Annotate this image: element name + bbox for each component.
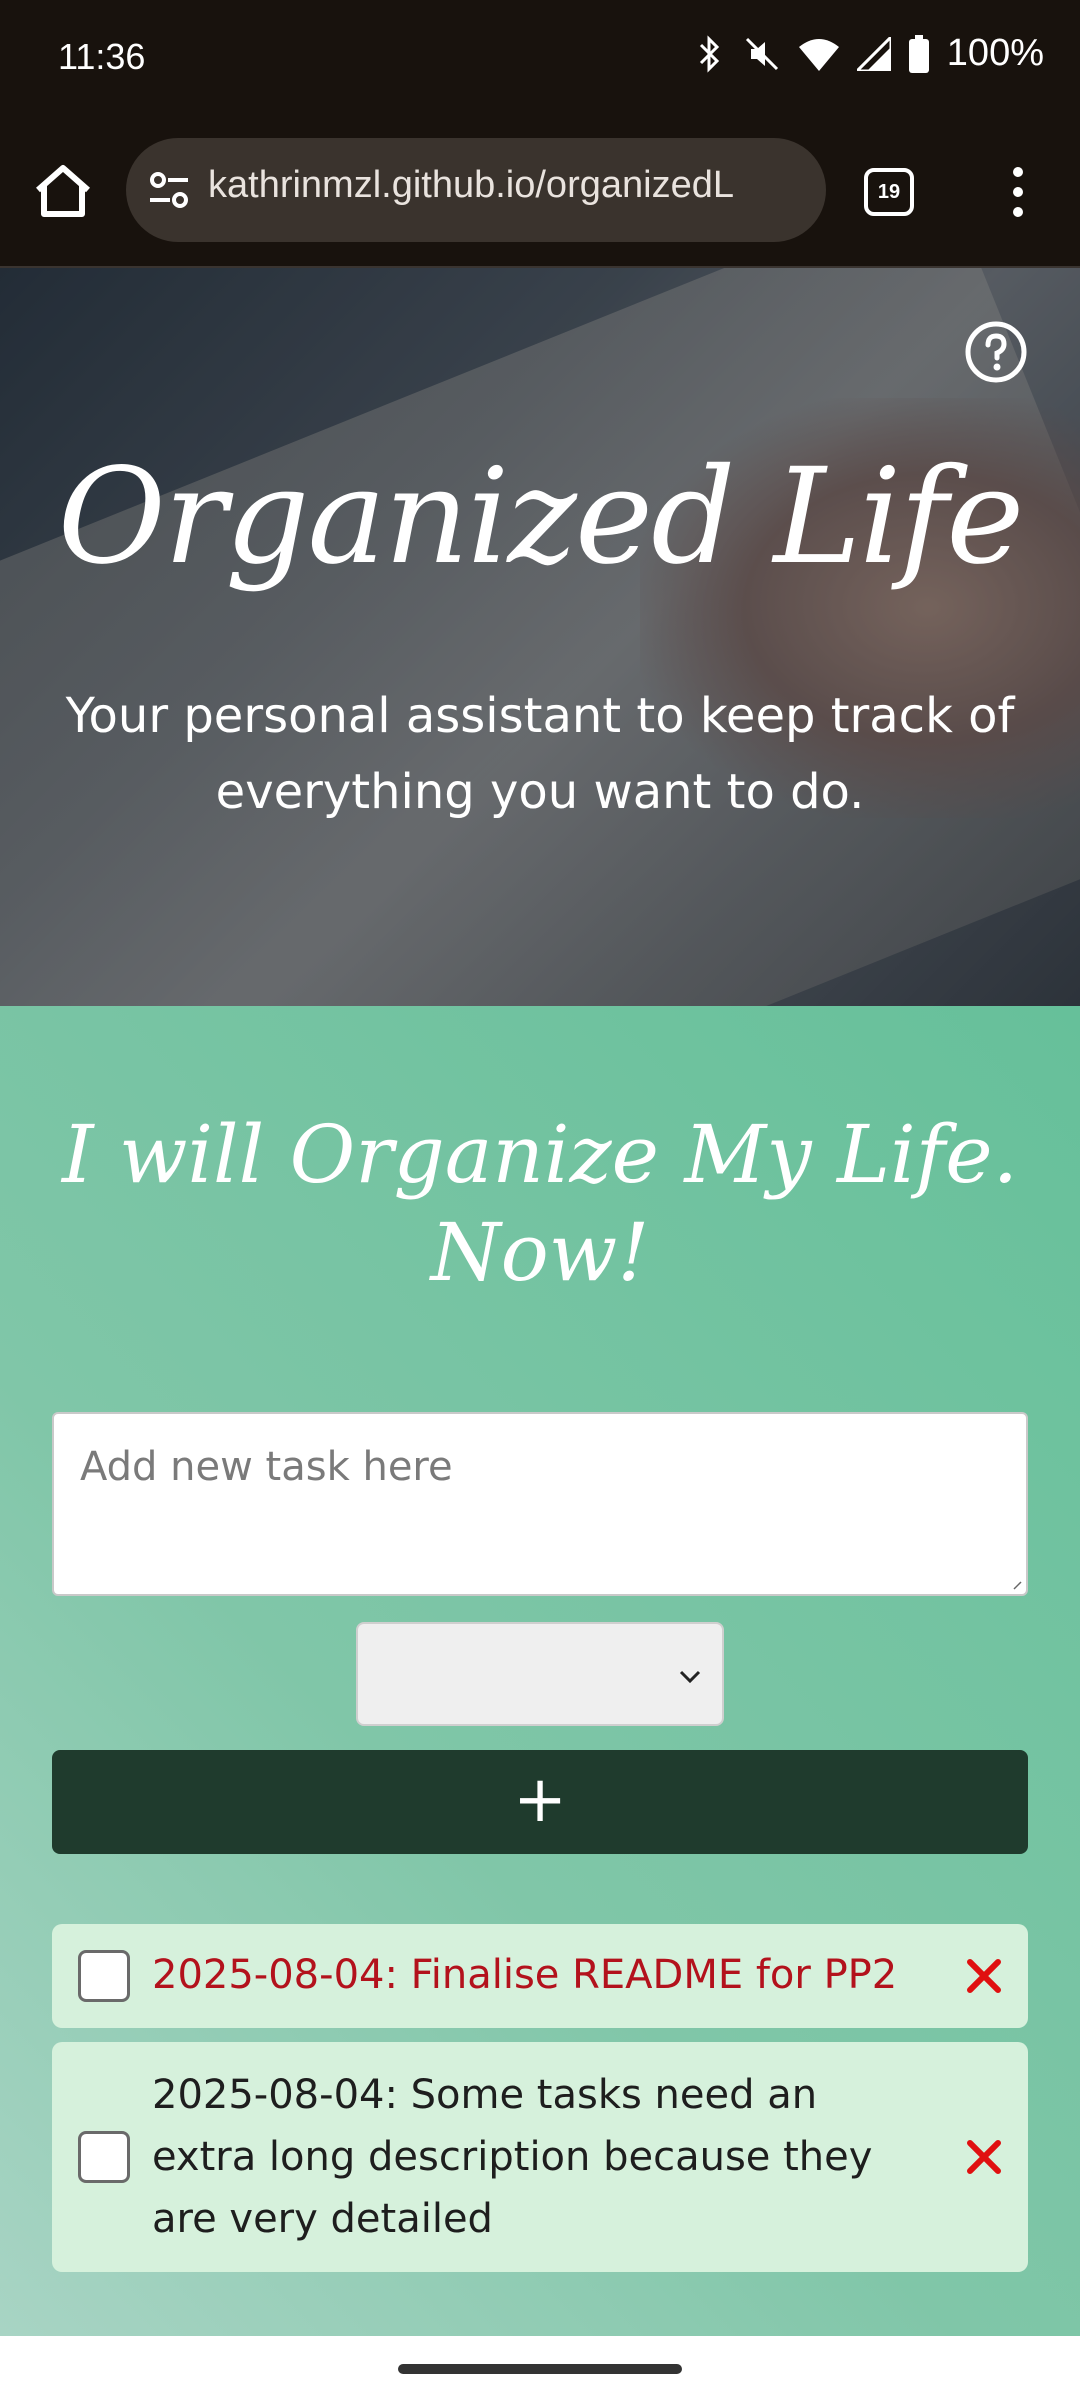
task-checkbox[interactable] bbox=[78, 1950, 130, 2002]
status-bar: 11:36 100% bbox=[0, 0, 1080, 118]
gesture-navigation-bar[interactable] bbox=[398, 2364, 682, 2374]
task-item: 2025-08-04: Finalise README for PP2 bbox=[52, 1924, 1028, 2028]
bluetooth-icon bbox=[699, 34, 719, 73]
more-menu-icon[interactable] bbox=[1000, 164, 1036, 220]
help-icon[interactable] bbox=[964, 320, 1028, 384]
task-text: 2025-08-04: Some tasks need an extra lon… bbox=[152, 2072, 873, 2242]
new-task-input[interactable]: Add new task here bbox=[52, 1412, 1028, 1596]
delete-task-icon[interactable] bbox=[964, 1956, 1004, 1996]
url-text[interactable]: kathrinmzl.github.io/organizedL bbox=[208, 164, 734, 207]
delete-task-icon[interactable] bbox=[964, 2137, 1004, 2177]
signal-icon bbox=[856, 36, 891, 71]
section-title: I will Organize My Life. Now! bbox=[61, 1108, 1019, 1299]
address-bar[interactable]: kathrinmzl.github.io/organizedL bbox=[126, 138, 826, 242]
task-section: I will Organize My Life. Now! Add new ta… bbox=[0, 1006, 1080, 2336]
resize-grip-icon[interactable] bbox=[1012, 1580, 1022, 1590]
site-settings-icon[interactable] bbox=[146, 168, 192, 214]
status-time: 11:36 bbox=[58, 36, 146, 77]
hero-overlay bbox=[0, 268, 1080, 1006]
hero-subtitle: Your personal assistant to keep track of… bbox=[65, 688, 1015, 820]
hero-banner: Organized Life Your personal assistant t… bbox=[0, 268, 1080, 1006]
battery-percent: 100% bbox=[946, 32, 1044, 74]
status-icons: 100% bbox=[695, 32, 1044, 75]
mute-icon bbox=[745, 37, 778, 70]
task-item: 2025-08-04: Some tasks need an extra lon… bbox=[52, 2042, 1028, 2272]
tab-switcher-button[interactable]: 19 bbox=[864, 168, 914, 216]
task-checkbox[interactable] bbox=[78, 2131, 130, 2183]
battery-icon bbox=[908, 34, 929, 73]
add-task-button[interactable]: + bbox=[52, 1750, 1028, 1854]
home-icon[interactable] bbox=[30, 158, 96, 224]
wifi-icon bbox=[798, 38, 839, 71]
hero-title: Organized Life bbox=[57, 440, 1025, 594]
browser-toolbar: kathrinmzl.github.io/organizedL 19 bbox=[0, 118, 1080, 268]
task-text: 2025-08-04: Finalise README for PP2 bbox=[152, 1952, 898, 1998]
chevron-down-icon bbox=[679, 1670, 701, 1684]
new-task-placeholder: Add new task here bbox=[80, 1444, 453, 1490]
date-select[interactable] bbox=[356, 1622, 724, 1726]
